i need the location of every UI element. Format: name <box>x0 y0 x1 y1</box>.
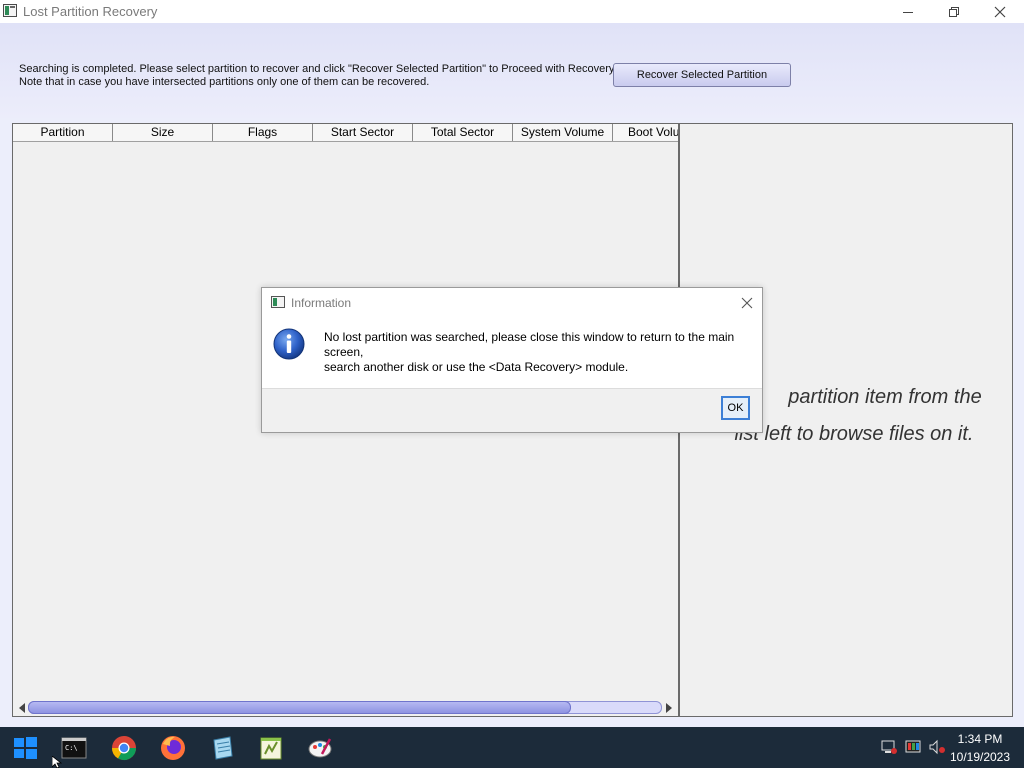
dialog-message-line-2: search another disk or use the <Data Rec… <box>324 360 629 374</box>
window-titlebar: Lost Partition Recovery <box>0 0 1024 23</box>
column-header-size[interactable]: Size <box>113 124 213 141</box>
firefox-icon[interactable] <box>159 734 187 762</box>
notepad-plus-icon[interactable] <box>257 734 285 762</box>
close-button[interactable] <box>977 0 1023 23</box>
horizontal-scrollbar[interactable] <box>13 699 678 716</box>
dialog-close-button[interactable] <box>739 295 755 311</box>
column-header-partition[interactable]: Partition <box>13 124 113 141</box>
dialog-message: No lost partition was searched, please c… <box>324 330 754 375</box>
chevron-left-icon <box>19 703 25 713</box>
minimize-icon <box>903 11 913 13</box>
paint-icon[interactable] <box>306 734 334 762</box>
recover-selected-partition-button[interactable]: Recover Selected Partition <box>613 63 791 87</box>
windows-start-icon[interactable] <box>10 733 40 763</box>
clock-time[interactable]: 1:34 PM <box>940 732 1020 746</box>
display-color-icon[interactable] <box>905 739 921 755</box>
restore-icon <box>949 6 959 17</box>
dialog-footer: OK <box>262 388 762 432</box>
column-header-system-volume[interactable]: System Volume <box>513 124 613 141</box>
column-header-total-sector[interactable]: Total Sector <box>413 124 513 141</box>
dialog-title: Information <box>291 296 352 310</box>
close-icon <box>741 297 753 309</box>
information-dialog: Information No lost partition was search… <box>261 287 763 433</box>
command-prompt-icon[interactable]: C:\ <box>60 734 88 762</box>
app-icon <box>3 4 17 17</box>
network-icon[interactable] <box>880 739 898 755</box>
chevron-right-icon <box>666 703 672 713</box>
chrome-icon[interactable] <box>110 734 138 762</box>
instructions-panel: Searching is completed. Please select pa… <box>0 23 1024 118</box>
close-icon <box>994 6 1006 17</box>
minimize-button[interactable] <box>885 0 931 23</box>
info-icon <box>273 328 305 360</box>
column-header-flags[interactable]: Flags <box>213 124 313 141</box>
instructions-line-2: Note that in case you have intersected p… <box>19 76 430 88</box>
scrollbar-thumb[interactable] <box>28 701 571 714</box>
dialog-app-icon <box>271 296 285 308</box>
notepad-icon[interactable] <box>208 734 236 762</box>
scroll-right-button[interactable] <box>662 701 676 715</box>
dialog-message-line-1: No lost partition was searched, please c… <box>324 330 735 359</box>
ok-button[interactable]: OK <box>721 396 750 420</box>
scroll-left-button[interactable] <box>15 701 29 715</box>
svg-text:C:\: C:\ <box>65 744 78 752</box>
mouse-cursor-icon <box>52 756 62 768</box>
instructions-line-1: Searching is completed. Please select pa… <box>19 63 617 75</box>
partition-list-header: Partition Size Flags Start Sector Total … <box>13 124 678 142</box>
column-header-boot-volume[interactable]: Boot Volu <box>613 124 678 141</box>
window-title: Lost Partition Recovery <box>23 4 158 19</box>
column-header-start-sector[interactable]: Start Sector <box>313 124 413 141</box>
restore-button[interactable] <box>931 0 977 23</box>
taskbar: C:\ 1:34 PM 10/19/2023 <box>0 727 1024 768</box>
clock-date[interactable]: 10/19/2023 <box>940 750 1020 764</box>
